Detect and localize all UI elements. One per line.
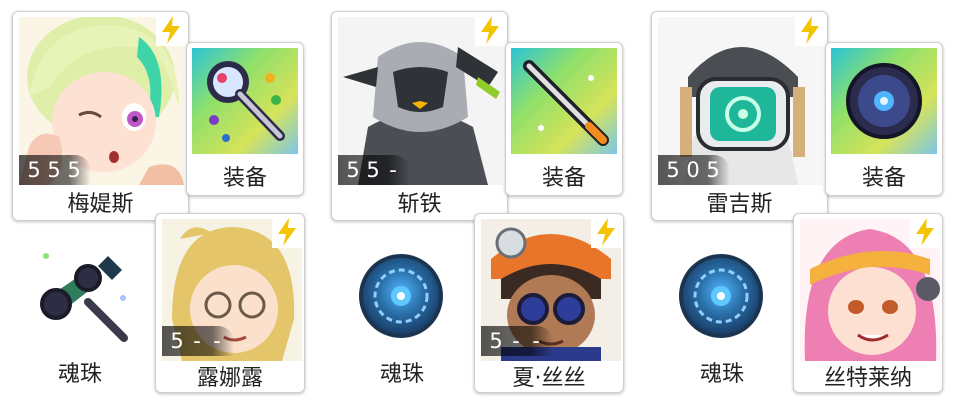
star-value: 5 xyxy=(366,158,380,182)
character-card-lunalu[interactable]: 5 - - 露娜露 xyxy=(155,213,305,393)
character-card-meitisi[interactable]: 5 5 5 梅媞斯 xyxy=(12,11,189,221)
star-value: 5 xyxy=(27,158,41,182)
equipment-card[interactable]: 装备 xyxy=(825,42,943,196)
character-card-leijisi[interactable]: 5 0 5 雷吉斯 xyxy=(651,11,828,221)
star-value: 5 xyxy=(706,158,720,182)
lightning-icon xyxy=(591,216,621,248)
character-name: 露娜露 xyxy=(196,366,263,391)
star-value: 5 xyxy=(666,158,680,182)
star-value: 5 xyxy=(170,329,184,353)
star-value: - xyxy=(389,158,397,182)
soul-orb-icon xyxy=(675,250,767,346)
star-rating: 5 0 5 xyxy=(658,155,730,185)
star-rating: 5 - - xyxy=(162,326,234,356)
lightning-icon xyxy=(156,14,186,46)
star-value: - xyxy=(532,329,540,353)
lightning-icon xyxy=(475,14,505,46)
star-value: 5 xyxy=(47,158,61,182)
star-value: - xyxy=(193,329,201,353)
star-rating: 5 - - xyxy=(481,326,553,356)
character-name: 丝特莱纳 xyxy=(823,366,912,391)
star-value: 5 xyxy=(489,329,503,353)
item-label: 魂珠 xyxy=(57,362,102,387)
star-rating: 5 5 - xyxy=(338,155,410,185)
star-value: 0 xyxy=(686,158,700,182)
character-card-xiasisi[interactable]: 5 - - 夏·丝丝 xyxy=(474,213,624,393)
magnifier-staff-icon xyxy=(192,48,298,154)
equipment-card[interactable]: 装备 xyxy=(186,42,304,196)
item-label: 装备 xyxy=(861,166,906,191)
star-value: 5 xyxy=(67,158,81,182)
star-rating: 5 5 5 xyxy=(19,155,91,185)
lightning-icon xyxy=(795,14,825,46)
star-value: 5 xyxy=(346,158,360,182)
item-label: 魂珠 xyxy=(699,362,744,387)
sword-icon xyxy=(511,48,617,154)
character-card-siteleina[interactable]: 丝特莱纳 xyxy=(793,213,943,393)
soul-orb-icon xyxy=(355,250,447,346)
item-label: 装备 xyxy=(222,166,267,191)
character-card-zhantie[interactable]: 5 5 - 斩铁 xyxy=(331,11,508,221)
character-name: 夏·丝丝 xyxy=(512,366,586,391)
lightning-icon xyxy=(272,216,302,248)
equipment-card[interactable]: 装备 xyxy=(505,42,623,196)
star-value: - xyxy=(213,329,221,353)
gem-disc-icon xyxy=(831,48,937,154)
lightning-icon xyxy=(910,216,940,248)
star-value: - xyxy=(512,329,520,353)
glasses-hammer-icon xyxy=(28,246,132,350)
item-label: 装备 xyxy=(541,166,586,191)
item-label: 魂珠 xyxy=(379,362,424,387)
